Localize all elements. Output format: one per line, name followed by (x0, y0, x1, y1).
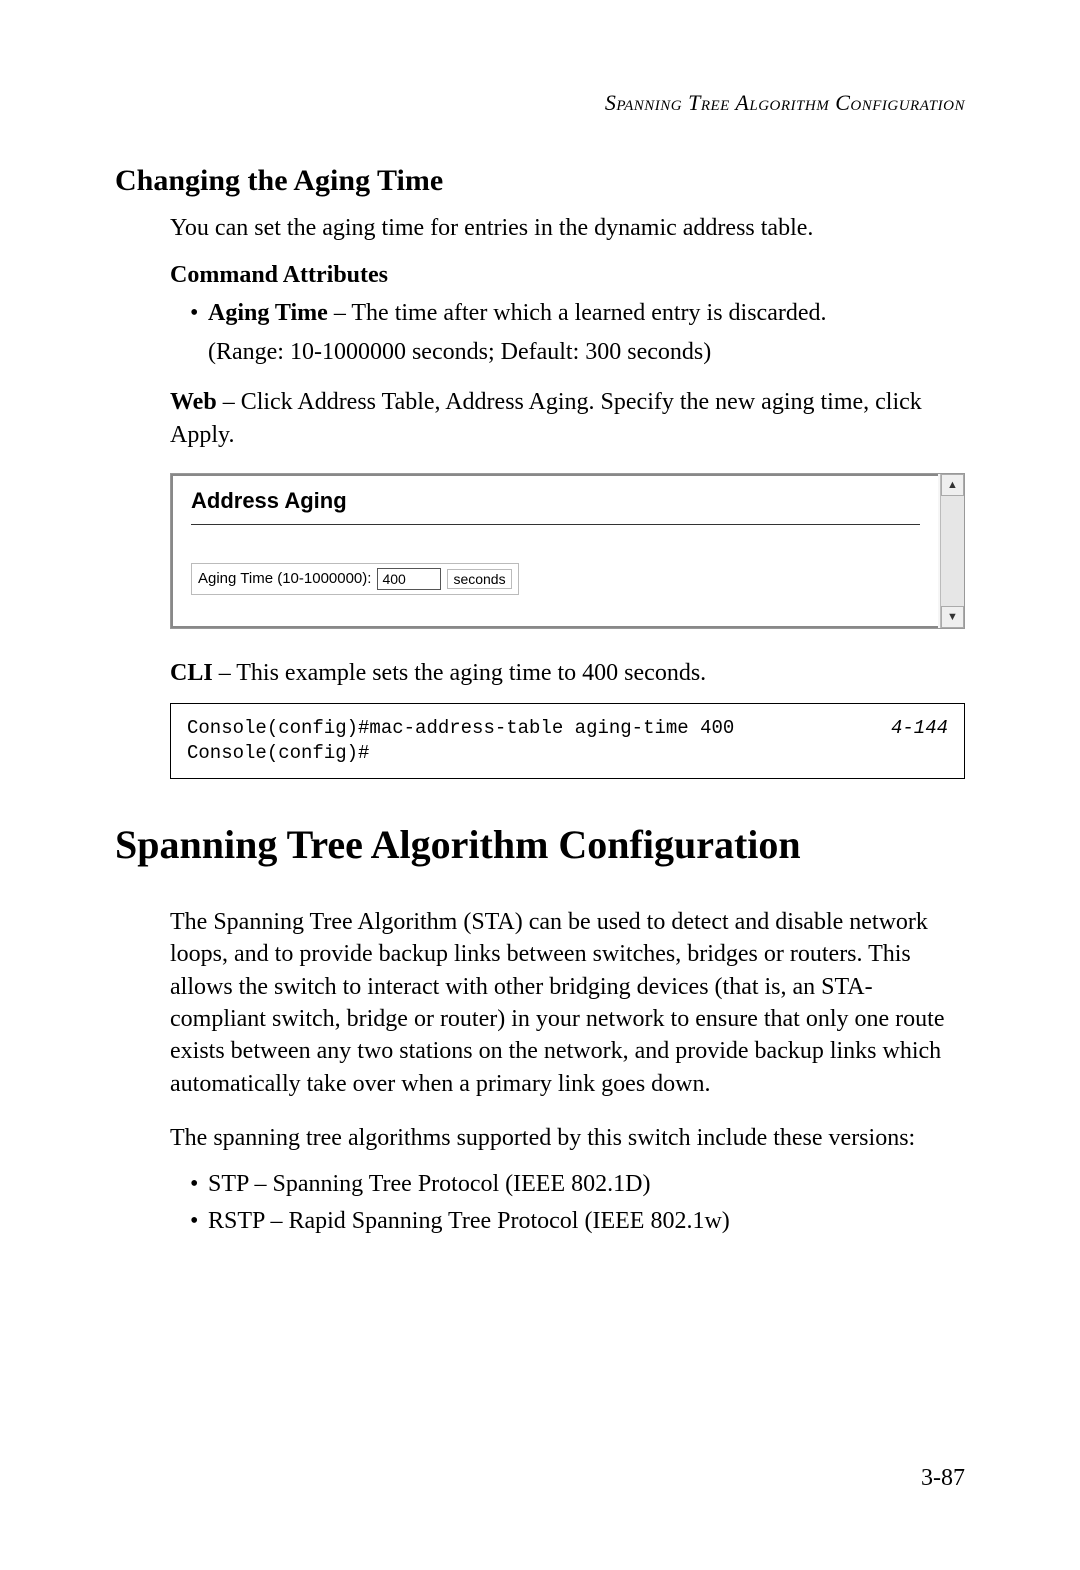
protocol-list: STP – Spanning Tree Protocol (IEEE 802.1… (190, 1168, 965, 1237)
aging-time-row: Aging Time (10-1000000): seconds (191, 563, 519, 595)
command-attributes-label: Command Attributes (170, 262, 965, 289)
aging-time-input[interactable] (377, 568, 441, 590)
cli-line2: Console(config)# (187, 742, 369, 764)
attr-name: Aging Time (208, 300, 328, 326)
address-aging-panel: Address Aging Aging Time (10-1000000): s… (170, 473, 965, 629)
attr-range: (Range: 10-1000000 seconds; Default: 300… (208, 336, 965, 368)
cli-label: CLI (170, 660, 213, 686)
panel-title: Address Aging (191, 488, 920, 514)
page-number: 3-87 (921, 1465, 965, 1492)
list-item: Aging Time – The time after which a lear… (190, 297, 965, 368)
scroll-up-icon[interactable]: ▲ (941, 474, 964, 496)
chapter-heading: Spanning Tree Algorithm Configuration (115, 821, 965, 868)
web-label: Web (170, 389, 217, 415)
running-header: Spanning Tree Algorithm Configuration (115, 90, 965, 116)
cli-example: 4-144 Console(config)#mac-address-table a… (170, 703, 965, 778)
intro-text: You can set the aging time for entries i… (170, 212, 965, 244)
chapter-para1: The Spanning Tree Algorithm (STA) can be… (170, 906, 965, 1100)
chapter-para2: The spanning tree algorithms supported b… (170, 1122, 965, 1154)
list-item: RSTP – Rapid Spanning Tree Protocol (IEE… (190, 1205, 965, 1237)
cli-instruction: CLI – This example sets the aging time t… (170, 657, 965, 689)
web-instruction: Web – Click Address Table, Address Aging… (170, 386, 965, 451)
scroll-down-icon[interactable]: ▼ (941, 606, 964, 628)
cli-text: – This example sets the aging time to 40… (213, 660, 706, 686)
attr-desc: – The time after which a learned entry i… (328, 300, 827, 326)
scrollbar[interactable]: ▲ ▼ (940, 474, 964, 628)
list-item: STP – Spanning Tree Protocol (IEEE 802.1… (190, 1168, 965, 1200)
cli-ref: 4-144 (891, 716, 948, 741)
panel-inner: Address Aging Aging Time (10-1000000): s… (171, 474, 938, 628)
aging-time-label: Aging Time (10-1000000): (198, 570, 371, 587)
attributes-list: Aging Time – The time after which a lear… (190, 297, 965, 368)
aging-time-unit: seconds (447, 569, 511, 589)
divider (191, 524, 920, 525)
cli-line1: Console(config)#mac-address-table aging-… (187, 717, 734, 739)
section-heading: Changing the Aging Time (115, 164, 965, 198)
web-text: – Click Address Table, Address Aging. Sp… (170, 389, 922, 447)
